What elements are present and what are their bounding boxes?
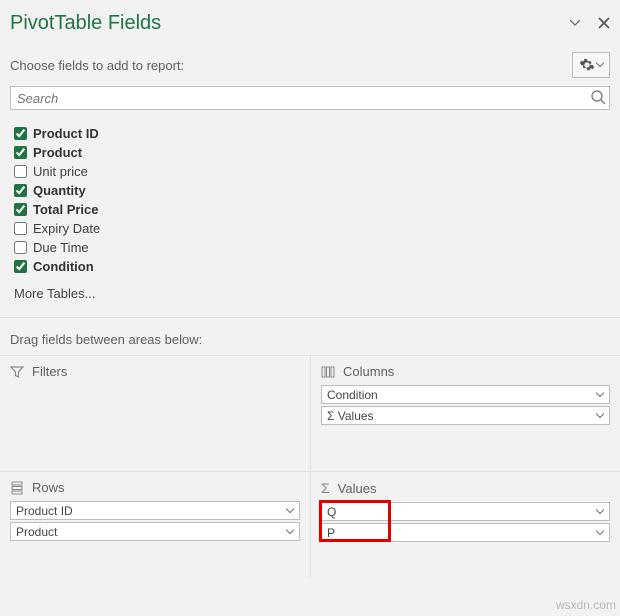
field-checkbox[interactable] [14,203,27,216]
field-checkbox[interactable] [14,241,27,254]
field-item[interactable]: Condition [14,257,610,276]
chevron-down-icon[interactable] [286,529,294,535]
close-icon[interactable] [598,17,610,29]
area-chip[interactable]: P [321,523,610,542]
rows-icon [10,481,24,495]
more-tables-link[interactable]: More Tables... [14,286,610,301]
chip-label: P [327,526,335,540]
columns-label: Columns [343,364,394,379]
chevron-down-icon[interactable] [596,509,604,515]
field-item[interactable]: Total Price [14,200,610,219]
chip-label: Condition [327,388,378,402]
pane-title: PivotTable Fields [10,12,161,35]
area-chip[interactable]: Condition [321,385,610,404]
field-label: Unit price [33,164,88,179]
field-label: Condition [33,259,94,274]
field-checkbox[interactable] [14,260,27,273]
field-item[interactable]: Product [14,143,610,162]
rows-label: Rows [32,480,65,495]
field-item[interactable]: Due Time [14,238,610,257]
field-checkbox[interactable] [14,165,27,178]
chip-label: Σ Values [327,409,374,423]
chip-label: Q [327,505,336,519]
field-checkbox[interactable] [14,127,27,140]
fields-list: Product ID Product Unit price Quantity Total… [0,118,620,317]
area-chip[interactable]: Q [321,502,610,521]
gear-icon [579,57,595,73]
drag-areas-label: Drag fields between areas below: [0,317,620,355]
rows-area[interactable]: Rows Product ID Product [0,471,310,578]
field-checkbox[interactable] [14,222,27,235]
field-checkbox[interactable] [14,184,27,197]
watermark: wsxdn.com [556,598,616,612]
field-label: Product ID [33,126,99,141]
field-checkbox[interactable] [14,146,27,159]
filter-icon [10,365,24,379]
choose-fields-label: Choose fields to add to report: [10,58,184,73]
chevron-down-icon [596,62,604,68]
values-area[interactable]: Σ Values QP [310,471,620,578]
columns-icon [321,365,335,379]
tools-dropdown[interactable] [572,52,610,78]
chip-label: Product ID [16,504,73,518]
field-label: Due Time [33,240,89,255]
search-icon[interactable] [590,89,606,105]
sigma-icon: Σ [321,480,330,496]
field-label: Quantity [33,183,86,198]
area-chip[interactable]: Σ Values [321,406,610,425]
dropdown-icon[interactable] [570,20,580,26]
chevron-down-icon[interactable] [286,508,294,514]
field-label: Product [33,145,82,160]
columns-area[interactable]: Columns Condition Σ Values [310,355,620,471]
field-label: Total Price [33,202,99,217]
chip-label: Product [16,525,57,539]
area-chip[interactable]: Product [10,522,300,541]
chevron-down-icon[interactable] [596,530,604,536]
search-input-wrap [10,86,610,110]
field-item[interactable]: Unit price [14,162,610,181]
chevron-down-icon[interactable] [596,392,604,398]
chevron-down-icon[interactable] [596,413,604,419]
values-label: Values [338,481,377,496]
field-item[interactable]: Expiry Date [14,219,610,238]
field-item[interactable]: Quantity [14,181,610,200]
filters-area[interactable]: Filters [0,355,310,471]
search-input[interactable] [10,86,610,110]
filters-label: Filters [32,364,67,379]
field-label: Expiry Date [33,221,100,236]
field-item[interactable]: Product ID [14,124,610,143]
area-chip[interactable]: Product ID [10,501,300,520]
